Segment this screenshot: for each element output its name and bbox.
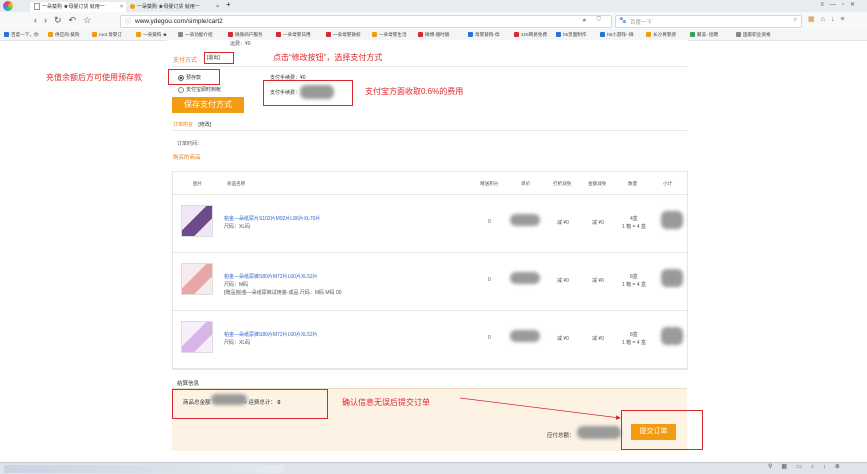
- zoom-icon[interactable]: ⊕: [835, 464, 849, 470]
- status-icons: ⚲▦▭♪↓⊕: [768, 463, 849, 470]
- taskbar: ⚲▦▭♪↓⊕: [0, 462, 867, 474]
- annotation-arrows: [459, 397, 621, 420]
- window-icon[interactable]: ▭: [796, 464, 811, 470]
- pin-icon[interactable]: ⚲: [768, 464, 781, 470]
- arrow-to-submit: [459, 397, 621, 420]
- taskbar-apps: [4, 465, 284, 473]
- grid-icon[interactable]: ▦: [781, 464, 796, 470]
- volume-icon[interactable]: ♪: [811, 464, 823, 470]
- download-icon[interactable]: ↓: [823, 464, 835, 470]
